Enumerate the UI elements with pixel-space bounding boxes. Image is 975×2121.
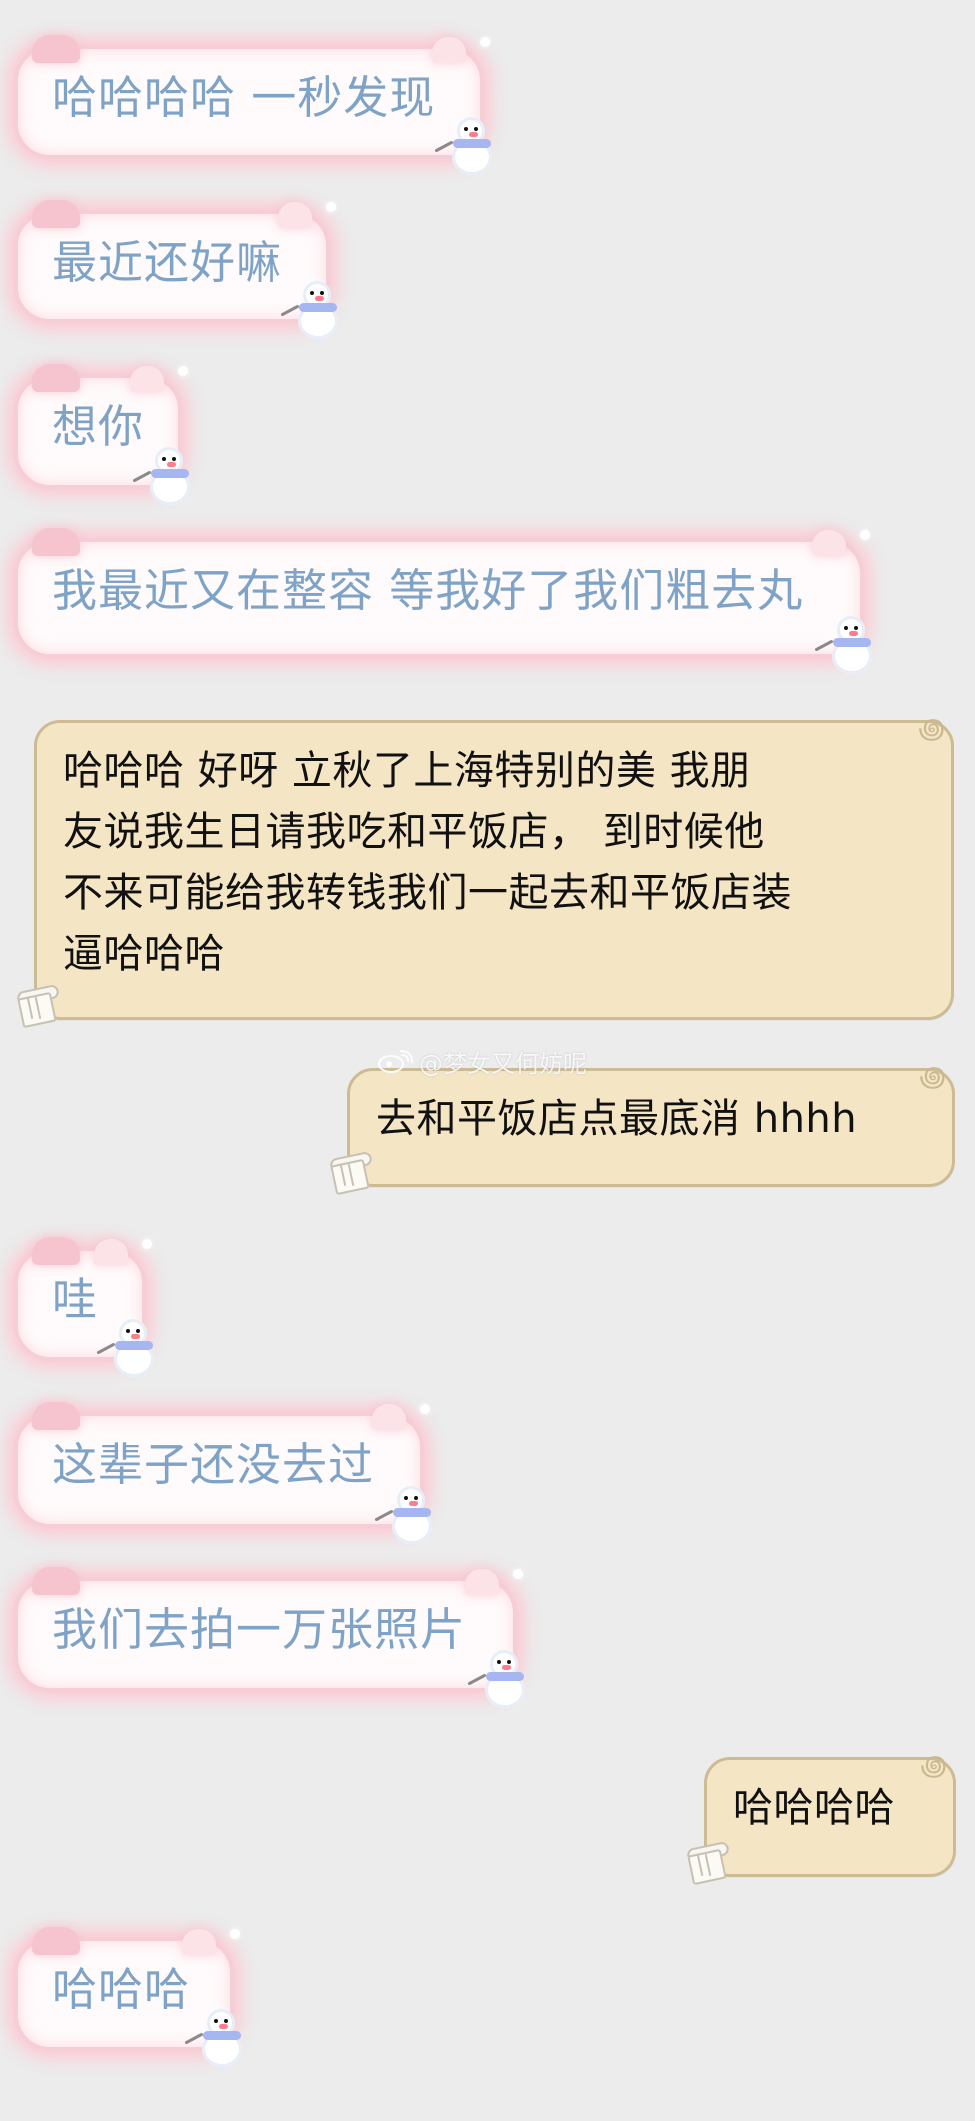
sparkle-icon (420, 1404, 430, 1414)
snowman-icon (132, 447, 196, 505)
bubble-ear-right (465, 1569, 499, 1595)
bubble-ear-right (182, 1929, 216, 1955)
sparkle-icon (326, 202, 336, 212)
pillar-icon (324, 1148, 374, 1198)
sparkle-icon (480, 37, 490, 47)
incoming-message-bubble[interactable]: 想你 (14, 364, 190, 505)
message-line: 友说我生日请我吃和平饭店， 到时候他 (63, 809, 765, 855)
pillar-icon (11, 981, 61, 1031)
cloud-swirl-icon: ꩜ (920, 1749, 947, 1782)
message-text: 哇 (52, 1273, 99, 1326)
sparkle-icon (230, 1929, 240, 1939)
message-text: 我们去拍一万张照片 (52, 1603, 467, 1656)
bubble-ear-left (32, 364, 80, 392)
message-text: 哈哈哈哈 (733, 1785, 895, 1831)
snowman-icon (814, 616, 878, 674)
pillar-icon (681, 1838, 731, 1888)
sparkle-icon (860, 530, 870, 540)
sparkle-icon (178, 366, 188, 376)
bubble-ear-right (372, 1404, 406, 1430)
snowman-icon (374, 1486, 438, 1544)
snowman-icon (434, 117, 498, 175)
outgoing-message-bubble[interactable]: ꩜ 哈哈哈哈 (686, 1752, 956, 1886)
incoming-message-bubble[interactable]: 这辈子还没去过 (14, 1402, 432, 1544)
bubble-ear-left (32, 1402, 80, 1430)
message-line: 逼哈哈哈 (63, 931, 225, 977)
weibo-icon (378, 1049, 413, 1073)
bubble-ear-right (130, 366, 164, 392)
message-line: 哈哈哈 好呀 立秋了上海特别的美 我朋 (63, 748, 751, 794)
watermark-text: @梦女又何妨呢 (419, 1050, 587, 1078)
bubble-ear-left (32, 1567, 80, 1595)
bubble-ear-left (32, 1237, 80, 1265)
watermark: @梦女又何妨呢 (377, 1044, 587, 1079)
bubble-ear-left (32, 200, 80, 228)
incoming-message-bubble[interactable]: 哇 (14, 1237, 154, 1377)
bubble-ear-left (32, 35, 80, 63)
incoming-message-bubble[interactable]: 哈哈哈 (14, 1927, 242, 2067)
outgoing-message-bubble[interactable]: ꩜ 哈哈哈 好呀 立秋了上海特别的美 我朋 友说我生日请我吃和平饭店， 到时候他… (16, 715, 954, 1029)
snowman-icon (467, 1650, 531, 1708)
bubble-ear-right (278, 202, 312, 228)
incoming-message-bubble[interactable]: 哈哈哈哈 一秒发现 (14, 35, 492, 175)
snowman-icon (184, 2009, 248, 2067)
bubble-ear-left (32, 528, 80, 556)
message-text: 想你 (52, 400, 145, 453)
snowman-icon (280, 281, 344, 339)
message-text: 这辈子还没去过 (52, 1438, 375, 1491)
bubble-ear-right (94, 1239, 128, 1265)
message-text: 去和平饭店点最底消 hhhh (376, 1096, 858, 1142)
sparkle-icon (513, 1569, 523, 1579)
bubble-ear-right (812, 530, 846, 556)
message-text: 我最近又在整容 等我好了我们粗去丸 (52, 564, 804, 617)
bubble-ear-right (432, 37, 466, 63)
incoming-message-bubble[interactable]: 最近还好嘛 (14, 200, 338, 339)
message-text: 哈哈哈哈 一秒发现 (52, 71, 436, 124)
incoming-message-bubble[interactable]: 我们去拍一万张照片 (14, 1567, 525, 1708)
message-line: 不来可能给我转钱我们一起去和平饭店装 (63, 870, 792, 916)
cloud-swirl-icon: ꩜ (918, 712, 945, 745)
snowman-icon (96, 1319, 160, 1377)
bubble-ear-left (32, 1927, 80, 1955)
outgoing-message-bubble[interactable]: ꩜ 去和平饭店点最底消 hhhh (329, 1063, 955, 1196)
incoming-message-bubble[interactable]: 我最近又在整容 等我好了我们粗去丸 (14, 528, 872, 674)
cloud-swirl-icon: ꩜ (919, 1060, 946, 1093)
message-text: 哈哈哈 (52, 1963, 191, 2016)
sparkle-icon (142, 1239, 152, 1249)
message-text: 最近还好嘛 (52, 236, 283, 289)
